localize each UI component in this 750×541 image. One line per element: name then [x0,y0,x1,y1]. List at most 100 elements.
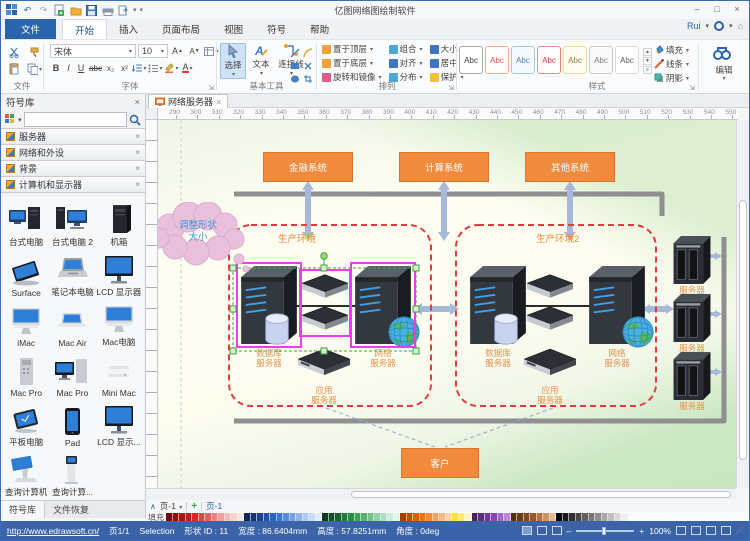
close-button[interactable]: × [727,1,747,17]
fit-page-icon[interactable] [691,526,701,535]
qat-more-icon[interactable]: ▾ [140,6,144,14]
line-button[interactable]: 线条 ▾ [654,58,689,70]
symbol-item[interactable]: iMac [3,299,49,349]
cut-icon[interactable] [7,45,22,59]
new-document-icon[interactable] [53,4,66,17]
style-dialog-launcher-icon[interactable]: ⇲ [689,84,695,92]
panel-tab-0[interactable]: 符号库 [1,501,46,518]
connect-point-tool-icon[interactable] [302,60,314,72]
format-painter-icon[interactable] [27,45,42,59]
zoom-area-icon[interactable] [706,526,716,535]
decrease-font-icon[interactable]: A ▼ [187,44,202,58]
top-bus-line[interactable] [234,191,665,216]
search-icon[interactable] [129,114,141,126]
symbol-item[interactable]: Mini Mac [96,349,142,399]
document-tab-close-icon[interactable]: × [216,97,221,107]
switch-shape[interactable] [527,274,573,299]
category-0[interactable]: 服务器 × [1,128,145,145]
arrange-item[interactable]: 对齐 ▾ [388,56,423,70]
paste-icon[interactable] [7,62,22,76]
symbol-item[interactable]: Mac电脑 [96,299,142,349]
find-button[interactable] [713,45,731,61]
system-box-other[interactable]: 其他系统 [525,152,615,182]
symbol-item[interactable]: 查询计算机 [3,449,49,499]
edit-menu-caret-icon[interactable]: ▾ [699,75,749,82]
app-logo-icon[interactable] [5,4,18,17]
text-tool-button[interactable]: A 文本 ▾ [248,43,274,79]
style-swatch[interactable]: Abc [615,46,639,74]
symbol-item[interactable]: Mac Air [49,299,95,349]
horizontal-ruler[interactable]: 290 300 310 320 330 340 350 360 370 380 390 400 410 4… [158,108,738,120]
horizontal-scrollbar[interactable] [146,488,736,500]
panel-tab-1[interactable]: 文件恢复 [45,501,97,518]
minimize-button[interactable]: – [687,1,707,17]
category-1[interactable]: 网络和外设 × [1,144,145,161]
symbol-item[interactable]: 查询计算... [49,449,95,499]
font-dialog-launcher-icon[interactable]: ⇲ [208,84,214,92]
user-menu-caret-icon[interactable]: ▾ [706,22,710,30]
font-name-select[interactable]: 宋体 ▾ [50,44,136,58]
style-scroll-down-icon[interactable]: ▼ [643,57,652,65]
font-size-select[interactable]: 10 ▾ [138,44,168,58]
database-cylinder[interactable] [494,313,518,345]
style-more-icon[interactable]: ≡ [643,66,652,74]
style-swatch[interactable]: Abc [589,46,613,74]
vertical-scrollbar[interactable] [736,120,749,488]
gear-icon[interactable] [714,21,725,31]
rectangle-tool-icon[interactable] [289,60,301,72]
style-swatch[interactable]: Abc [537,46,561,74]
zoom-slider-knob[interactable] [602,526,607,535]
style-scroll-up-icon[interactable]: ▲ [643,48,652,56]
strikethrough-button[interactable]: abc [88,61,103,75]
resize-grip[interactable]: ⋰ [736,526,744,535]
maximize-button[interactable]: □ [707,1,727,17]
collapse-ribbon-icon[interactable]: ⌂ [738,21,743,31]
style-swatch[interactable]: Abc [563,46,587,74]
presentation-view-icon[interactable] [551,526,562,535]
export-icon[interactable] [117,4,130,17]
arrange-item[interactable]: 置于顶层 ▾ [322,42,382,56]
italic-button[interactable]: I [63,61,74,75]
qat-customize-icon[interactable]: ▾ [133,6,137,14]
page-tab[interactable]: 页-1 [206,500,222,512]
underline-button[interactable]: U [75,61,87,75]
select-tool-button[interactable]: 选择 ▾ [220,43,246,79]
rack-server-shape[interactable] [673,352,711,400]
symbol-item[interactable]: Mac Pro [3,349,49,399]
category-3[interactable]: 计算机和显示器 × [1,176,145,193]
tab-view[interactable]: 视图 [212,19,255,39]
env2-label[interactable]: 生产环境2 [536,231,579,245]
tab-page-layout[interactable]: 页面布局 [150,19,212,39]
pan-window-icon[interactable] [721,526,731,535]
fit-window-icon[interactable] [676,526,686,535]
symbol-item[interactable]: Pad [49,399,95,449]
print-icon[interactable] [101,4,114,17]
line-spacing-icon[interactable]: ▾ [132,61,147,75]
highlight-icon[interactable]: ▾ [164,61,179,75]
page-view-icon[interactable] [536,526,547,535]
zoom-level[interactable]: 100% [649,526,671,536]
bullet-list-icon[interactable]: ▾ [148,61,163,75]
arrange-item[interactable]: 组合 ▾ [388,42,423,56]
symbol-item[interactable]: Mac Pro [49,349,95,399]
rack-server-shape[interactable] [673,294,711,342]
drawing-canvas[interactable]: 金融系统 计算系统 其他系统 生产环境 生产环境2 数据库 服务器 网络 服务器 应… [158,120,738,488]
subscript-button[interactable]: x₂ [104,61,117,75]
tab-symbols[interactable]: 符号 [255,19,298,39]
env1-label[interactable]: 生产环境 [278,231,316,245]
symbol-item[interactable]: Surface [3,249,49,299]
redo-icon[interactable]: ↷ [37,4,50,17]
shadow-button[interactable]: 阴影 ▾ [654,72,689,84]
category-close-icon[interactable]: × [135,180,140,189]
category-close-icon[interactable]: × [135,164,140,173]
switch-shape[interactable] [302,306,348,331]
collapse-pages-icon[interactable]: ∧ [150,502,156,511]
fill-button[interactable]: 填充 ▾ [654,44,689,56]
style-swatch[interactable]: Abc [485,46,509,74]
symbol-item[interactable]: 平板电脑 [3,399,49,449]
user-menu[interactable]: Rui [687,21,701,31]
symbol-item[interactable]: 台式电脑 2 [49,199,95,249]
switch-shape[interactable] [302,274,348,299]
zoom-out-button[interactable]: – [567,526,572,536]
horizontal-scrollbar-thumb[interactable] [351,491,731,498]
